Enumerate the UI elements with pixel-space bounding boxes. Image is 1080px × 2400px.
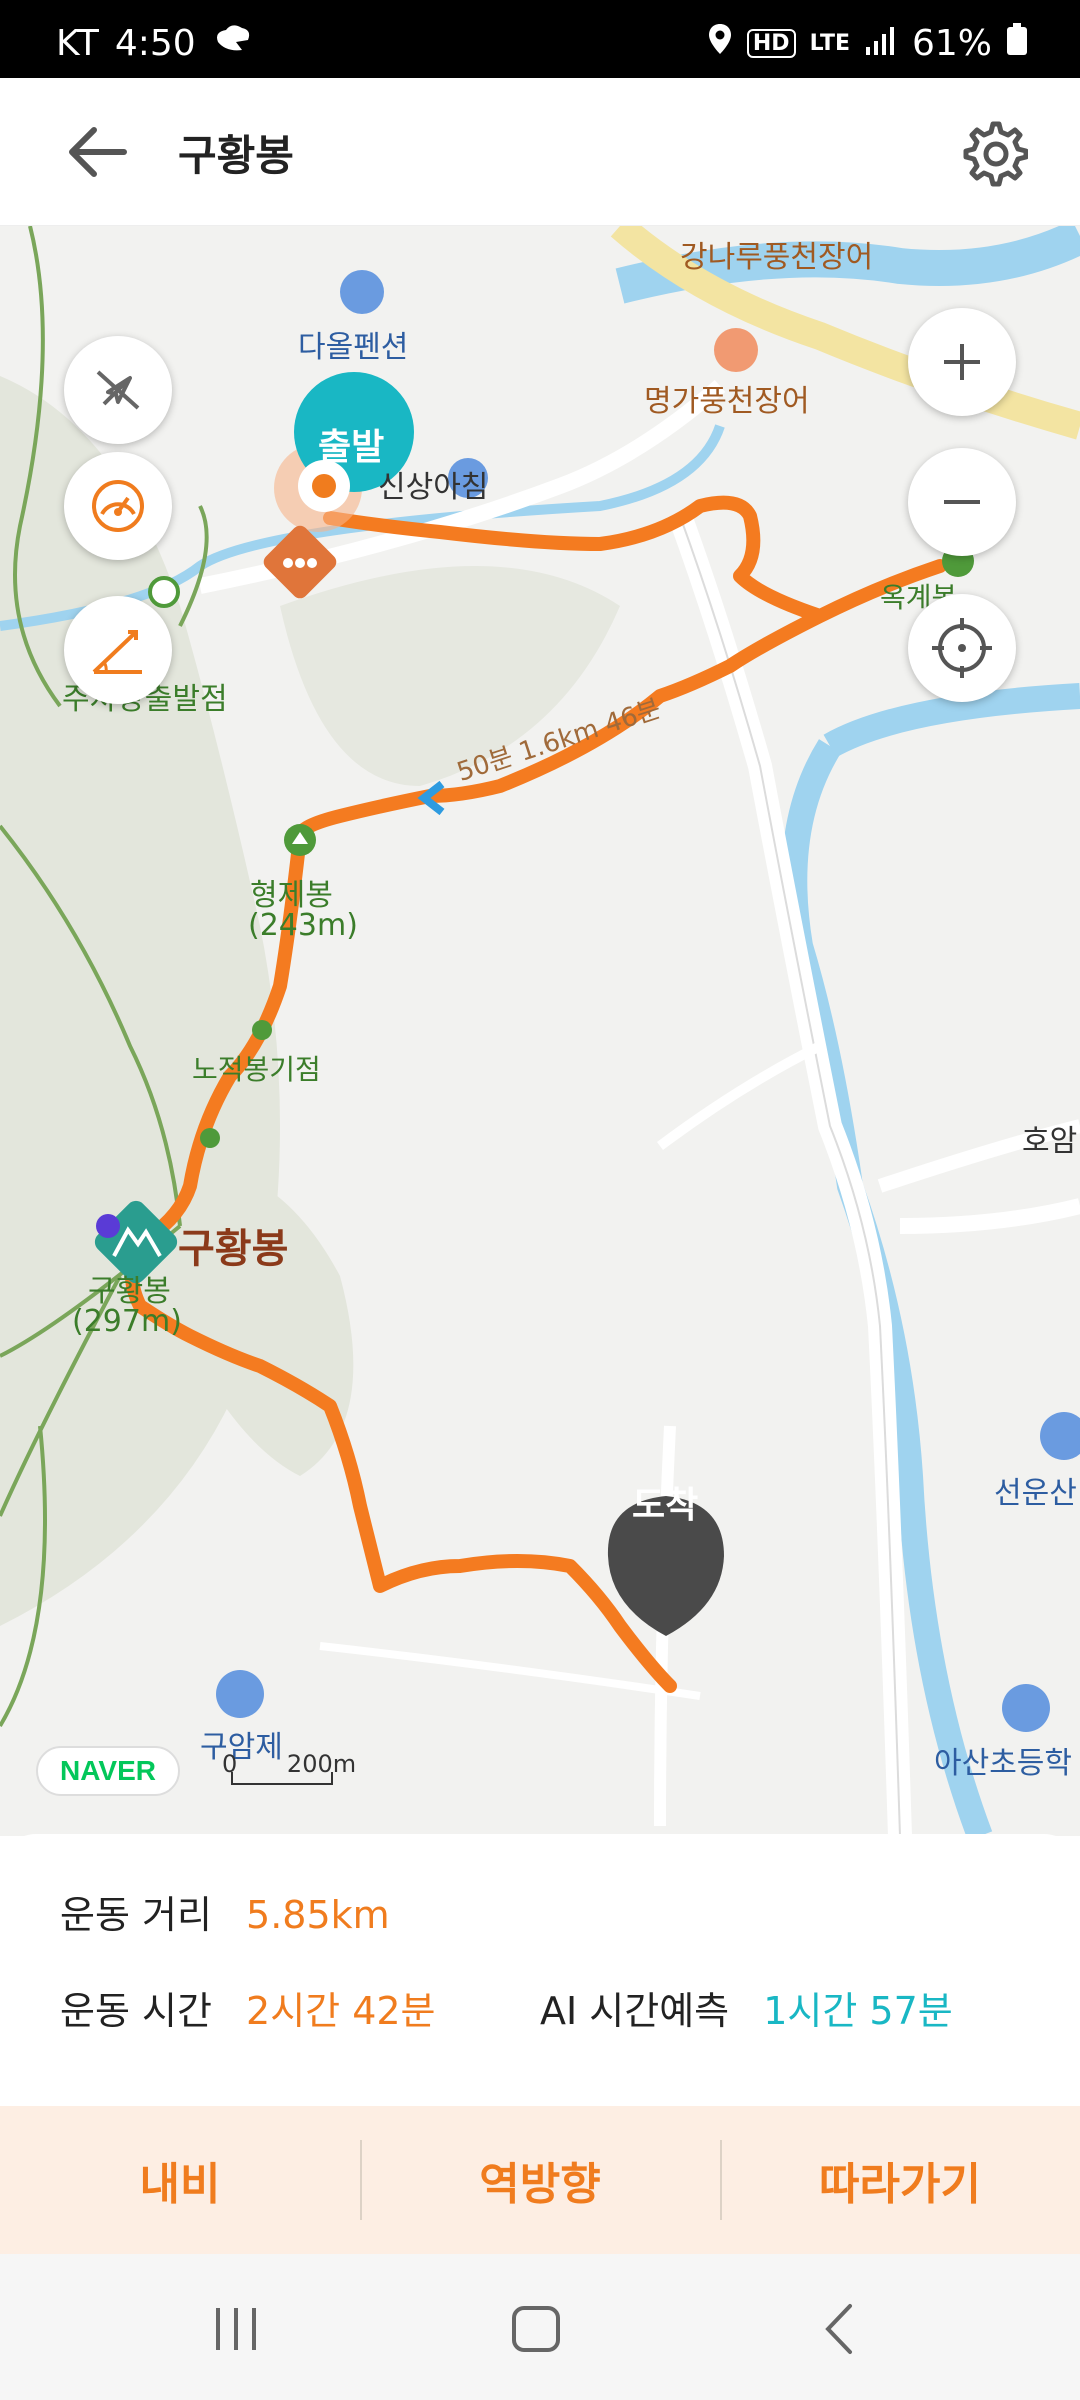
home-icon — [512, 2306, 560, 2352]
zoom-in-button[interactable] — [908, 308, 1016, 416]
peak-label-guhwangbong: 구황봉 — [178, 1226, 289, 1272]
navi-button[interactable]: 내비 — [0, 2106, 360, 2254]
location-icon — [707, 22, 733, 65]
carrier-label: KT — [56, 23, 99, 64]
elevation-button[interactable] — [64, 596, 172, 704]
minus-icon — [944, 500, 980, 504]
ai-estimate-value: 1시간 57분 — [763, 1989, 953, 2033]
peak-elevation-hyeonggibong: (243m) — [248, 908, 358, 943]
poi-label-seonun: 선운산 — [994, 1476, 1077, 1511]
map-scale: 0 200m — [222, 1750, 356, 1785]
distance-row: 운동 거리 5.85km — [60, 1884, 390, 1939]
speed-button[interactable] — [64, 452, 172, 560]
naver-logo: NAVER — [36, 1746, 180, 1796]
plus-icon — [944, 344, 980, 380]
time-row: 운동 시간 2시간 42분 — [60, 1980, 436, 2035]
signal-icon — [864, 23, 898, 64]
time-value: 2시간 42분 — [246, 1989, 436, 2033]
tracking-off-button[interactable] — [64, 336, 172, 444]
poi-label-daol: 다올펜션 — [298, 330, 409, 365]
distance-value: 5.85km — [246, 1893, 390, 1937]
app-bar: 구황봉 — [0, 78, 1080, 226]
home-button[interactable] — [496, 2294, 576, 2364]
poi-label-myeongga: 명가풍천장어 — [644, 384, 810, 419]
battery-percent: 61% — [911, 23, 992, 64]
map-canvas — [0, 226, 1080, 1836]
hd-badge: HD — [746, 29, 796, 58]
poi-label-nojeok: 노적봉기점 — [192, 1053, 321, 1086]
back-button[interactable] — [62, 120, 142, 184]
follow-button[interactable]: 따라가기 — [720, 2106, 1080, 2254]
ai-estimate-row: AI 시간예측 1시간 57분 — [540, 1980, 953, 2035]
system-nav-bar — [0, 2254, 1080, 2400]
distance-label: 운동 거리 — [60, 1893, 212, 1937]
status-bar: KT 4:50 HD LTE 61% — [0, 0, 1080, 78]
chevron-left-icon — [825, 2304, 852, 2354]
end-marker[interactable]: 도착 — [632, 1476, 698, 1528]
crosshair-icon — [932, 618, 992, 678]
ai-estimate-label: AI 시간예측 — [540, 1989, 730, 2033]
speedometer-icon — [92, 480, 144, 532]
workout-info-panel: 운동 거리 5.85km 운동 시간 2시간 42분 AI 시간예측 1시간 5… — [0, 1834, 1080, 2104]
zoom-out-button[interactable] — [908, 448, 1016, 556]
map-view[interactable]: 강나루풍천장어 다올펜션 명가풍천장어 신상아침 주차장출발점 옥계봉 50분 … — [0, 226, 1080, 1836]
notification-icon — [212, 22, 252, 65]
peak-elevation-guhwangbong: (297m) — [72, 1304, 182, 1339]
poi-label-hoam: 호암 — [1022, 1124, 1078, 1159]
system-back-button[interactable] — [800, 2294, 880, 2364]
gear-icon — [963, 121, 1029, 187]
clock: 4:50 — [114, 23, 196, 64]
poi-label-kangnaru: 강나루풍천장어 — [680, 240, 874, 275]
action-bar: 내비 역방향 따라가기 — [0, 2106, 1080, 2254]
back-arrow-icon — [69, 127, 127, 177]
poi-label-sinsang: 신상아침 — [378, 470, 489, 505]
slope-icon — [92, 630, 142, 674]
compass-off-icon — [96, 370, 140, 410]
current-location-button[interactable] — [908, 594, 1016, 702]
page-title: 구황봉 — [178, 131, 294, 180]
reverse-button[interactable]: 역방향 — [360, 2106, 720, 2254]
recent-apps-button[interactable] — [196, 2294, 276, 2364]
poi-label-asan: 아산초등학 — [934, 1746, 1072, 1781]
settings-button[interactable] — [958, 118, 1029, 188]
network-type: LTE — [809, 31, 850, 56]
time-label: 운동 시간 — [60, 1989, 212, 2033]
start-marker[interactable]: 출발 — [318, 418, 384, 470]
recent-apps-icon — [216, 2308, 256, 2350]
battery-icon — [1006, 22, 1028, 65]
